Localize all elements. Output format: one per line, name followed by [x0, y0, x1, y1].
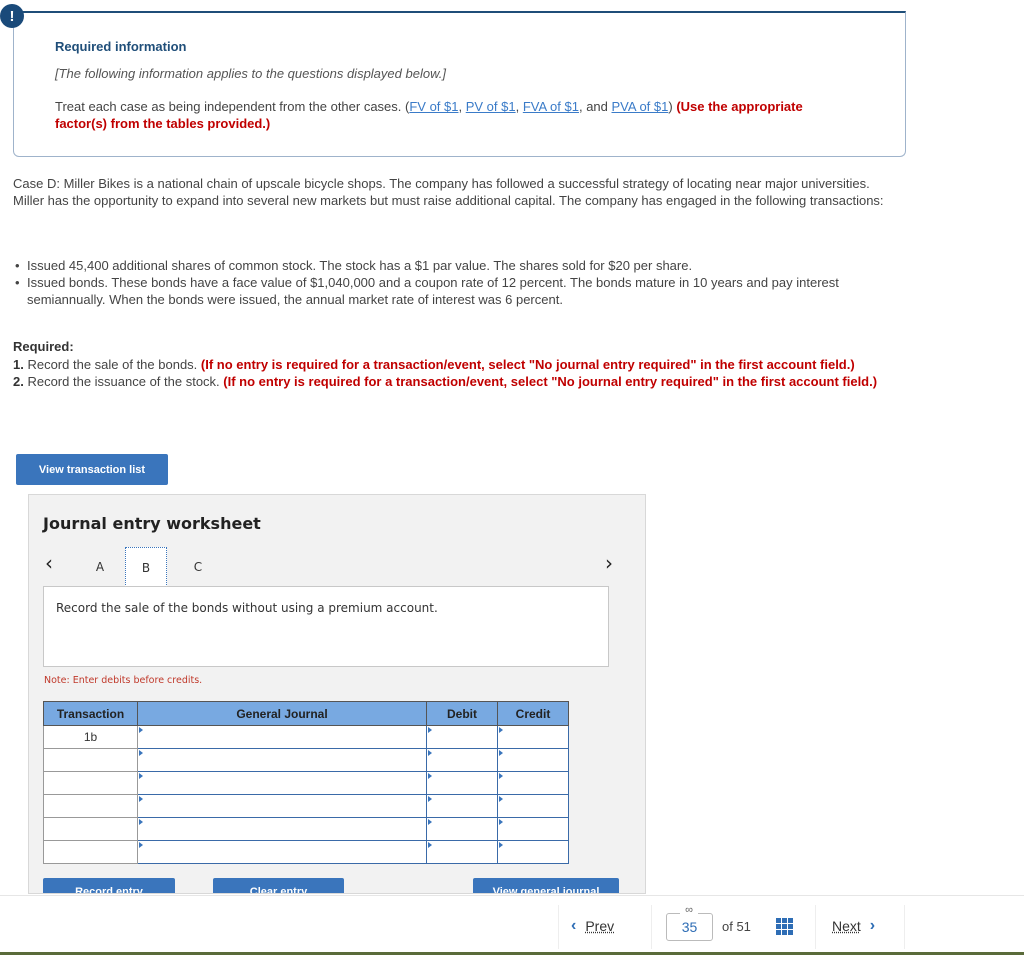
- account-select[interactable]: [137, 725, 427, 749]
- account-select[interactable]: [137, 840, 427, 864]
- tab-a[interactable]: A: [79, 547, 121, 587]
- link-icon: ∞: [680, 905, 698, 916]
- item-number: 2.: [13, 374, 24, 389]
- transaction-cell: [43, 771, 138, 795]
- page-total: of 51: [722, 919, 751, 934]
- account-select[interactable]: [137, 794, 427, 818]
- debit-input[interactable]: [426, 771, 498, 795]
- transaction-bullets: Issued 45,400 additional shares of commo…: [13, 257, 913, 308]
- pv-link[interactable]: PV of $1: [466, 99, 516, 114]
- credit-input[interactable]: [497, 725, 569, 749]
- chevron-right-icon[interactable]: ›: [605, 551, 613, 575]
- alert-icon: !: [0, 4, 24, 28]
- worksheet-title: Journal entry worksheet: [43, 514, 261, 533]
- credit-input[interactable]: [497, 748, 569, 772]
- item-number: 1.: [13, 356, 24, 372]
- required-item-2: 2. Record the issuance of the stock. (If…: [13, 373, 893, 391]
- required-section: Required: 1. Record the sale of the bond…: [13, 338, 893, 391]
- transaction-cell: [43, 817, 138, 841]
- fv-link[interactable]: FV of $1: [409, 99, 458, 114]
- journal-table: Transaction General Journal Debit Credit…: [43, 701, 569, 864]
- credit-input[interactable]: [497, 771, 569, 795]
- column-credit: Credit: [497, 701, 569, 726]
- item-note: (If no entry is required for a transacti…: [223, 374, 878, 389]
- chevron-right-icon: ›: [869, 917, 876, 934]
- tab-b[interactable]: B: [125, 547, 167, 589]
- required-information-panel: Required information [The following info…: [13, 11, 906, 157]
- separator: ,: [458, 99, 466, 114]
- info-subtitle: [The following information applies to th…: [55, 66, 446, 81]
- bullet-item: Issued bonds. These bonds have a face va…: [13, 274, 913, 308]
- account-select[interactable]: [137, 748, 427, 772]
- page-number-input[interactable]: 35: [666, 913, 713, 941]
- transaction-cell: [43, 748, 138, 772]
- separator: , and: [578, 99, 612, 114]
- divider: [904, 905, 905, 949]
- bullet-item: Issued 45,400 additional shares of commo…: [13, 257, 913, 274]
- separator: ,: [515, 99, 523, 114]
- chevron-left-icon[interactable]: ‹: [45, 551, 53, 575]
- info-title: Required information: [55, 39, 187, 54]
- grid-icon[interactable]: [776, 918, 793, 935]
- transaction-cell: [43, 794, 138, 818]
- table-row: 1b: [43, 725, 569, 749]
- divider: [651, 905, 652, 949]
- tab-c[interactable]: C: [177, 547, 219, 587]
- column-debit: Debit: [426, 701, 498, 726]
- debit-input[interactable]: [426, 794, 498, 818]
- worksheet-note: Note: Enter debits before credits.: [44, 675, 203, 686]
- account-select[interactable]: [137, 817, 427, 841]
- item-note: (If no entry is required for a transacti…: [200, 356, 855, 372]
- fva-link[interactable]: FVA of $1: [523, 99, 579, 114]
- prev-button[interactable]: ‹ Prev: [571, 917, 614, 935]
- worksheet-description: Record the sale of the bonds without usi…: [43, 586, 609, 667]
- clear-entry-button[interactable]: Clear entry: [213, 878, 344, 893]
- divider: [815, 905, 816, 949]
- table-row: [43, 771, 569, 795]
- credit-input[interactable]: [497, 794, 569, 818]
- column-general-journal: General Journal: [137, 701, 427, 726]
- credit-input[interactable]: [497, 817, 569, 841]
- table-header: Transaction General Journal Debit Credit: [43, 701, 569, 726]
- view-general-journal-button[interactable]: View general journal: [473, 878, 619, 893]
- case-description: Case D: Miller Bikes is a national chain…: [13, 176, 884, 208]
- debit-input[interactable]: [426, 725, 498, 749]
- debit-input[interactable]: [426, 748, 498, 772]
- required-heading: Required:: [13, 339, 74, 354]
- table-row: [43, 748, 569, 772]
- next-button[interactable]: Next ›: [832, 917, 875, 935]
- next-label: Next: [832, 918, 861, 934]
- debit-input[interactable]: [426, 817, 498, 841]
- required-item-1: 1. Record the sale of the bonds. (If no …: [13, 356, 893, 374]
- debit-input[interactable]: [426, 840, 498, 864]
- transaction-cell: 1b: [43, 725, 138, 749]
- journal-entry-worksheet: Journal entry worksheet ‹ A B C › Record…: [28, 494, 646, 894]
- table-row: [43, 794, 569, 818]
- account-select[interactable]: [137, 771, 427, 795]
- credit-input[interactable]: [497, 840, 569, 864]
- record-entry-button[interactable]: Record entry: [43, 878, 175, 893]
- column-transaction: Transaction: [43, 701, 138, 726]
- info-text: Treat each case as being independent fro…: [55, 98, 845, 132]
- chevron-left-icon: ‹: [571, 917, 577, 934]
- item-text: Record the sale of the bonds.: [23, 356, 201, 372]
- transaction-cell: [43, 840, 138, 864]
- table-row: [43, 817, 569, 841]
- table-row: [43, 840, 569, 864]
- item-text: Record the issuance of the stock.: [23, 374, 224, 389]
- divider: [558, 905, 559, 949]
- pva-link[interactable]: PVA of $1: [612, 99, 669, 114]
- info-intro: Treat each case as being independent fro…: [55, 99, 410, 114]
- prev-label: Prev: [585, 918, 615, 934]
- view-transaction-list-button[interactable]: View transaction list: [16, 454, 168, 485]
